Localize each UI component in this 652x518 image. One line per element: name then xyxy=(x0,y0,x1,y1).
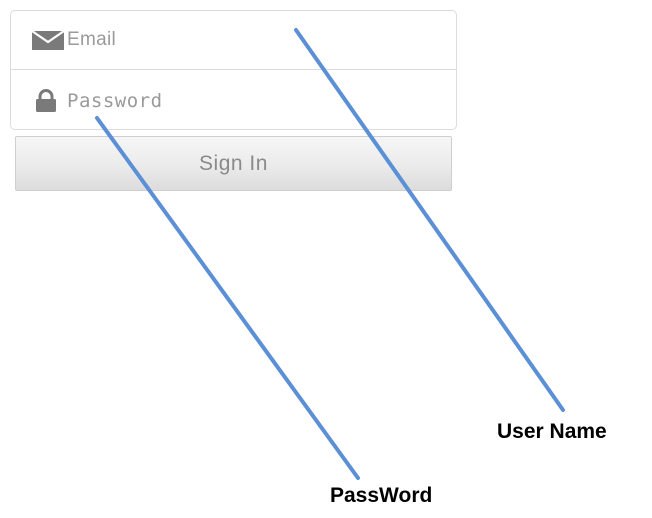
password-input[interactable] xyxy=(67,85,427,116)
sign-in-button[interactable]: Sign In xyxy=(15,136,452,191)
lock-icon xyxy=(31,88,67,113)
email-field-row xyxy=(11,11,456,70)
envelope-icon xyxy=(31,28,67,52)
password-field-row xyxy=(11,71,456,130)
password-annotation-label: PassWord xyxy=(330,484,433,507)
login-form xyxy=(10,10,457,130)
username-annotation-label: User Name xyxy=(497,420,607,443)
email-input[interactable] xyxy=(67,25,427,55)
